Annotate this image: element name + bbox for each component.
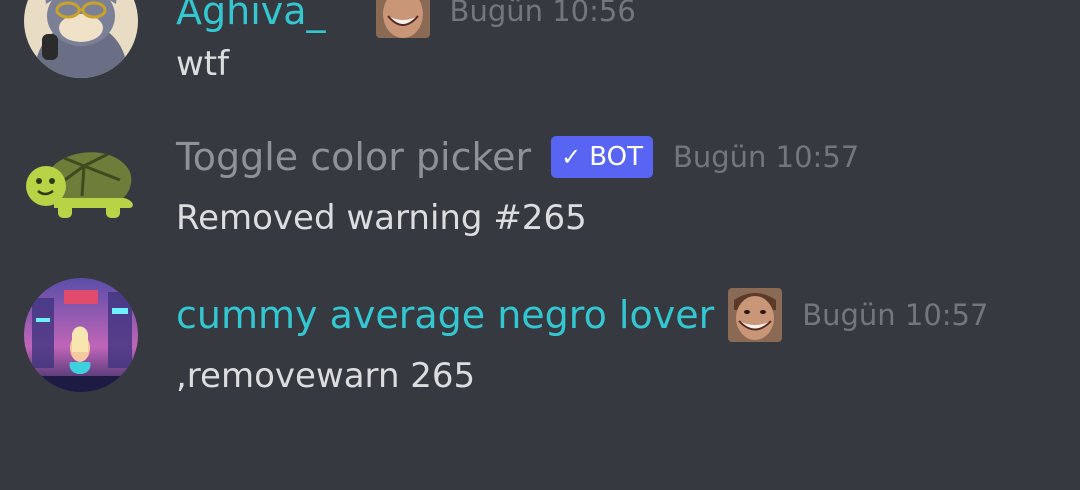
timestamp: Bugün 10:56 (449, 0, 636, 28)
grinning-face-emote-icon (375, 0, 430, 38)
checkmark-icon: ✓ (561, 143, 582, 171)
message-content: Removed warning #265 (176, 198, 587, 238)
message-header: Toggle color picker ✓ BOT Bugün 10:57 (176, 134, 859, 180)
message-header: Aghiva_ Bugün 10:56 (176, 0, 636, 38)
username[interactable]: Toggle color picker (176, 134, 531, 180)
bot-tag: ✓ BOT (551, 136, 653, 178)
username[interactable]: Aghiva_ (176, 0, 326, 34)
cartoon-cat-avatar-icon[interactable] (24, 0, 138, 78)
bot-tag-label: BOT (589, 142, 643, 172)
timestamp: Bugün 10:57 (802, 298, 989, 332)
neon-city-avatar-icon[interactable] (24, 278, 138, 392)
message-content: wtf (176, 44, 230, 84)
message-content: ,removewarn 265 (176, 356, 476, 396)
grinning-face-emote-icon (728, 288, 783, 342)
turtle-avatar-icon[interactable] (24, 136, 138, 250)
timestamp: Bugün 10:57 (672, 140, 860, 174)
message-header: cummy average negro lover Bugün 10:57 (176, 288, 988, 342)
username[interactable]: cummy average negro lover (176, 292, 714, 338)
